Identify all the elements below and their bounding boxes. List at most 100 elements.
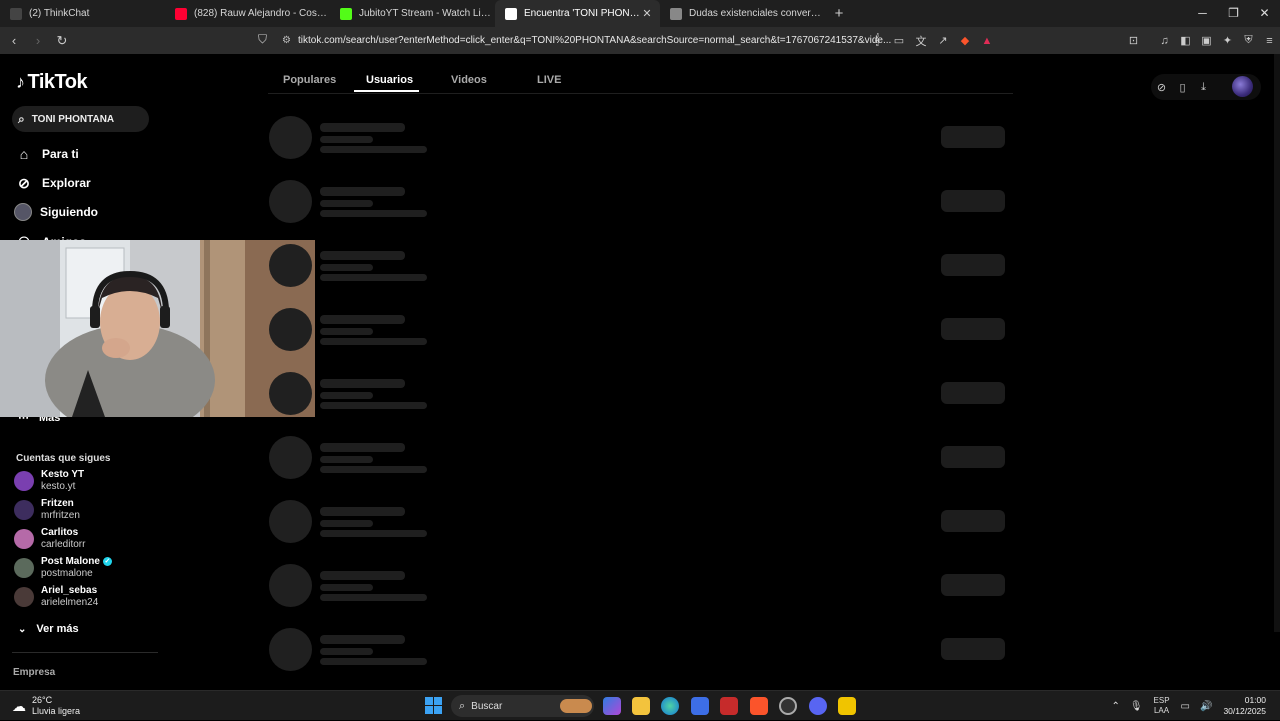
followed-account[interactable]: Kesto YT kesto.yt xyxy=(14,467,154,495)
windows-start-icon[interactable] xyxy=(425,697,442,714)
cast-icon[interactable]: ▭ xyxy=(888,34,910,47)
menu-icon[interactable]: ≡ xyxy=(1259,35,1280,47)
weather-desc: Lluvia ligera xyxy=(32,706,81,716)
sidebar-item-label: Para ti xyxy=(42,147,79,161)
skeleton-line xyxy=(320,379,405,388)
translate-icon[interactable]: 文 xyxy=(910,33,932,49)
followed-account[interactable]: Carlitos carleditorr xyxy=(14,525,154,553)
media-icon[interactable]: ♫ xyxy=(1154,35,1175,47)
tab-videos[interactable]: Videos xyxy=(451,74,487,86)
sidebar-icon[interactable]: ◧ xyxy=(1175,34,1196,47)
new-tab-button[interactable]: + xyxy=(827,5,851,22)
skeleton-line xyxy=(320,251,405,260)
scrollbar[interactable] xyxy=(1274,54,1280,632)
browser-tab[interactable]: JubitoYT Stream - Watch Live on Kick xyxy=(330,0,495,27)
account-name: Post Malone ✓ xyxy=(41,556,112,568)
search-icon: ⌕ xyxy=(18,111,25,126)
app-clock-icon[interactable] xyxy=(779,697,797,715)
close-window-icon[interactable]: ✕ xyxy=(1249,0,1280,27)
close-tab-icon[interactable]: ✕ xyxy=(640,7,654,20)
skeleton-line xyxy=(320,200,373,207)
store-icon[interactable] xyxy=(691,697,709,715)
minimize-icon[interactable]: ─ xyxy=(1187,0,1218,27)
weather-widget[interactable]: ☁ 26°C Lluvia ligera xyxy=(12,695,80,717)
skeleton-line xyxy=(320,466,427,473)
browser-tab[interactable]: (2) ThinkChat xyxy=(0,0,165,27)
tab-populares[interactable]: Populares xyxy=(283,74,336,86)
see-more-button[interactable]: ⌄ Ver más xyxy=(18,623,79,635)
account-handle: postmalone xyxy=(41,568,93,579)
screenshot-icon[interactable]: ⊡ xyxy=(1123,34,1144,47)
followed-account[interactable]: Post Malone ✓ postmalone xyxy=(14,554,154,582)
search-value[interactable]: TONI PHONTANA xyxy=(32,114,114,125)
skeleton-line xyxy=(320,123,405,132)
browser-tab[interactable]: Dudas existenciales conversación xyxy=(660,0,825,27)
user-result-skeleton xyxy=(269,628,1007,672)
skeleton-line xyxy=(320,338,427,345)
skeleton-follow-button xyxy=(941,254,1005,276)
reload-icon[interactable]: ↻ xyxy=(52,33,72,49)
followed-account[interactable]: Fritzen mrfritzen xyxy=(14,496,154,524)
toolbar-right-icons: ⊡ ♫ ◧ ▣ ✦ ⛨ ≡ xyxy=(1123,27,1280,54)
coin-icon[interactable]: ⊘ xyxy=(1151,81,1172,94)
taskbar-search[interactable]: ⌕ Buscar xyxy=(451,695,594,717)
sidebar-item-siguiendo[interactable]: Siguiendo xyxy=(14,200,164,224)
sidebar-item-explorar[interactable]: ⊘ Explorar xyxy=(14,171,164,195)
brave-rewards-icon[interactable]: ▲ xyxy=(976,35,998,47)
network-icon[interactable]: ▭ xyxy=(1181,701,1190,712)
edge-icon[interactable] xyxy=(661,697,679,715)
brave-icon[interactable] xyxy=(750,697,768,715)
share-icon[interactable]: ↗ xyxy=(932,34,954,47)
file-explorer-icon[interactable] xyxy=(632,697,650,715)
browser-tab[interactable]: (828) Rauw Alejandro - Cosa Guapa xyxy=(165,0,330,27)
forward-icon[interactable]: › xyxy=(28,33,48,48)
skeleton-follow-button xyxy=(941,446,1005,468)
tiktok-logo[interactable]: ♪ TikTok xyxy=(16,71,88,94)
account-handle: carleditorr xyxy=(41,539,86,550)
skeleton-avatar xyxy=(269,116,312,159)
tab-usuarios[interactable]: Usuarios xyxy=(366,74,413,86)
lang-line1: ESP xyxy=(1153,696,1170,705)
tiktok-page: ♪ TikTok ⌕ TONI PHONTANA ⌂ Para ti ⊘ Exp… xyxy=(0,54,1280,690)
device-icon[interactable]: ▯ xyxy=(1172,81,1193,94)
user-result-skeleton xyxy=(269,500,1007,544)
search-input[interactable]: ⌕ TONI PHONTANA xyxy=(12,106,149,132)
browser-tab[interactable]: Encuentra 'TONI PHONTANA' en✕ xyxy=(495,0,660,27)
skeleton-line xyxy=(320,146,427,153)
followed-account[interactable]: Ariel_sebas arielelmen24 xyxy=(14,583,154,611)
skeleton-follow-button xyxy=(941,126,1005,148)
reader-icon[interactable]: 𝄞 xyxy=(866,34,888,47)
app-icon-2[interactable] xyxy=(838,697,856,715)
sidebar-item-para-ti[interactable]: ⌂ Para ti xyxy=(14,142,164,166)
user-result-skeleton xyxy=(269,116,1007,160)
skeleton-line xyxy=(320,264,373,271)
download-icon[interactable]: ⤓ xyxy=(1193,81,1214,94)
site-info-icon[interactable]: ⚙ xyxy=(282,35,298,46)
tray-chevron-icon[interactable]: ⌃ xyxy=(1111,701,1119,712)
footer-section-title[interactable]: Empresa xyxy=(13,667,55,678)
compass-icon: ⊘ xyxy=(18,174,30,191)
url-text[interactable]: tiktok.com/search/user?enterMethod=click… xyxy=(298,35,902,46)
leo-ai-icon[interactable]: ✦ xyxy=(1217,34,1238,47)
tab-live[interactable]: LIVE xyxy=(537,74,561,86)
skeleton-avatar xyxy=(269,500,312,543)
skeleton-line xyxy=(320,648,373,655)
app-icon[interactable] xyxy=(720,697,738,715)
microphone-icon[interactable]: 🎙 xyxy=(1130,701,1143,712)
wallet-icon[interactable]: ▣ xyxy=(1196,34,1217,47)
bookmark-icon[interactable]: ⛉ xyxy=(258,32,267,47)
discord-icon[interactable] xyxy=(809,697,827,715)
address-bar[interactable]: ⚙ tiktok.com/search/user?enterMethod=cli… xyxy=(282,31,902,50)
clock[interactable]: 01:00 30/12/2025 xyxy=(1223,695,1266,717)
copilot-icon[interactable] xyxy=(603,697,621,715)
search-icon: ⌕ xyxy=(459,699,466,712)
brave-shield-icon[interactable]: ◆ xyxy=(954,34,976,47)
skeleton-avatar xyxy=(269,180,312,223)
language-indicator[interactable]: ESP LAA xyxy=(1154,696,1170,716)
back-icon[interactable]: ‹ xyxy=(4,33,24,48)
profile-avatar[interactable] xyxy=(1232,76,1253,97)
volume-icon[interactable]: 🔊 xyxy=(1200,701,1212,712)
restore-icon[interactable]: ❐ xyxy=(1218,0,1249,27)
vpn-icon[interactable]: ⛨ xyxy=(1238,34,1259,47)
sidebar-item-label: Explorar xyxy=(42,176,91,190)
